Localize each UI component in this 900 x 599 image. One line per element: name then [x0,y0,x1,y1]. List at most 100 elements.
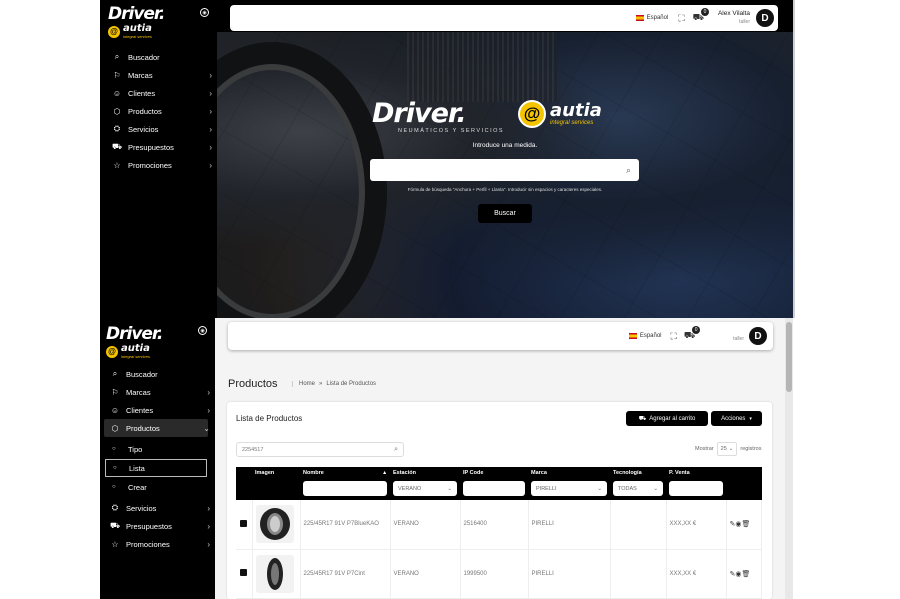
circle-icon: ○ [113,465,117,471]
cart-icon[interactable]: ⛟ 0 [684,326,701,342]
sidebar-item-buscador[interactable]: ⌕ Buscador [110,367,210,381]
add-to-cart-button[interactable]: ⛟ Agregar al carrito [626,411,708,426]
avatar[interactable]: D [749,327,767,345]
sidebar-item-productos[interactable]: ⬡ Productos › [112,104,213,118]
filter-ipcode-input[interactable] [463,481,525,496]
cell-brand: PIRELLI [528,549,611,599]
fullscreen-icon[interactable]: ⛶ [678,13,684,24]
sidebar-item-promociones[interactable]: ☆ Promociones › [112,158,212,172]
sidebar-item-clientes[interactable]: ☺ Clientes › [110,403,210,417]
right-border-top [793,0,795,318]
sidebar-toggle-icon[interactable]: ◉ [198,326,207,335]
hero-logo-driver: Driver. [372,98,467,129]
col-nombre[interactable]: Nombre ▴ [300,467,390,500]
table-header: Imagen Nombre ▴ Estación VERANO ⌄ IP Code M… [236,467,762,500]
chevron-right-icon: › [207,521,210,531]
car-icon: ⛭ [111,503,119,512]
col-imagen[interactable]: Imagen [252,467,300,500]
search-icon: ⌕ [394,445,398,453]
chevron-right-icon: › [209,106,212,116]
sidebar-item-servicios[interactable]: ⛭ Servicios › [110,501,210,515]
measure-search-input[interactable]: ⌕ [370,159,639,181]
row-checkbox[interactable] [240,569,248,576]
chevron-right-icon: › [207,405,210,415]
col-tecnologia[interactable]: Tecnología TODAS ⌄ [610,467,666,500]
flag-icon: ⚐ [111,387,119,397]
user-icon: ☺ [112,88,122,98]
breadcrumb-separator: » [319,381,323,387]
sidebar-item-label: Presupuestos [128,142,174,152]
cell-name: 225/45R17 91V P7Cint [300,549,391,599]
card-title: Lista de Productos [236,414,303,423]
col-marca[interactable]: Marca PIRELLI ⌄ [528,467,610,500]
actions-dropdown[interactable]: Acciones ▾ [711,411,762,426]
cell-season: VERANO [390,549,461,599]
filter-tecnologia-select[interactable]: TODAS ⌄ [613,481,663,496]
scrollbar-thumb[interactable] [786,322,792,392]
cart-icon[interactable]: ⛟ 0 [693,8,709,24]
sidebar-item-productos[interactable]: ⬡ Productos ⌄ [110,421,211,435]
sidebar-item-label: Servicios [126,503,157,513]
filter-marca-select[interactable]: PIRELLI ⌄ [531,481,607,496]
circle-icon: ○ [112,446,116,452]
col-estacion[interactable]: Estación VERANO ⌄ [390,467,460,500]
breadcrumb-home[interactable]: Home [299,381,315,387]
chevron-right-icon: › [207,503,210,513]
filter-nombre-input[interactable] [303,481,387,496]
table-search-input[interactable]: 2254517 ⌕ [236,442,404,457]
search-icon[interactable]: ⌕ [626,165,631,176]
sidebar-item-servicios[interactable]: ⛭ Servicios › [112,122,212,136]
col-ipcode[interactable]: IP Code [460,467,528,500]
row-checkbox[interactable] [240,519,248,527]
sidebar-item-label: Marcas [128,70,153,80]
page-length-select[interactable]: 25 ⌄ [716,442,738,456]
sidebar-item-presupuestos[interactable]: ⛟ Presupuestos › [110,519,210,533]
flag-icon: ⚐ [113,70,121,80]
sidebar-item-label: Buscador [126,369,158,379]
hero-hint: Fórmula de búsqueda "Anchura + Perfil + … [407,187,603,192]
sidebar-subitem-crear[interactable]: ○ Crear [112,479,206,495]
spain-flag-icon [635,15,644,21]
chevron-right-icon: › [209,88,212,98]
logo[interactable]: Driver. @ autia integral services [108,6,198,44]
delete-icon[interactable]: 🗑 [741,521,750,528]
sidebar-item-label: Clientes [126,405,154,415]
fullscreen-icon[interactable]: ⛶ [671,331,677,342]
sidebar-item-marcas[interactable]: ⚐ Marcas › [112,68,212,82]
language-selector[interactable]: Español [628,333,662,339]
sidebar-item-label: Buscador [128,52,160,62]
cell-ipcode: 1999500 [460,549,529,599]
page-title: Productos [228,378,278,390]
tyre-image [255,505,294,544]
filter-pventa-input[interactable] [669,481,723,496]
autia-at-icon: @ [106,345,118,358]
hero-section: Driver. NEUMÁTICOS Y SERVICIOS @ autia i… [217,32,793,318]
sidebar-subitem-tipo[interactable]: ○ Tipo [112,441,206,457]
language-label: Español [646,15,669,21]
user-role: taller [739,19,750,25]
sidebar-subitem-lista[interactable]: ○ Lista [105,459,207,477]
scrollbar[interactable] [785,318,793,599]
sidebar-item-buscador[interactable]: ⌕ Buscador [112,50,212,64]
table-row[interactable]: 225/45R17 91V P7Cint VERANO 1999500 PIRE… [236,549,762,599]
sidebar-item-promociones[interactable]: ☆ Promociones › [110,537,210,551]
table-row[interactable]: 225/45R17 91V P7BlueKAO VERANO 2516400 P… [236,500,762,550]
delete-icon[interactable]: 🗑 [741,571,750,578]
avatar[interactable]: D [756,9,774,27]
sidebar-toggle-icon[interactable]: ◉ [200,8,209,17]
language-selector[interactable]: Español [635,15,669,21]
logo[interactable]: Driver. @ autia integral services [106,326,196,364]
search-button[interactable]: Buscar [478,204,532,223]
star-icon: ☆ [111,539,119,549]
sidebar-item-clientes[interactable]: ☺ Clientes › [112,86,212,100]
sidebar-item-marcas[interactable]: ⚐ Marcas › [110,385,210,399]
filter-estacion-select[interactable]: VERANO ⌄ [393,481,457,496]
sidebar-item-presupuestos[interactable]: ⛟ Presupuestos › [112,140,212,154]
star-icon: ☆ [113,160,121,170]
logo-autia-sub: integral services [121,354,150,359]
user-info[interactable]: Alex Vilalta taller [718,10,750,26]
col-pventa[interactable]: P. Venta [666,467,726,500]
add-to-cart-label: Agregar al carrito [649,415,696,422]
breadcrumb-current: Lista de Productos [326,381,377,387]
chevron-right-icon: › [209,124,212,134]
